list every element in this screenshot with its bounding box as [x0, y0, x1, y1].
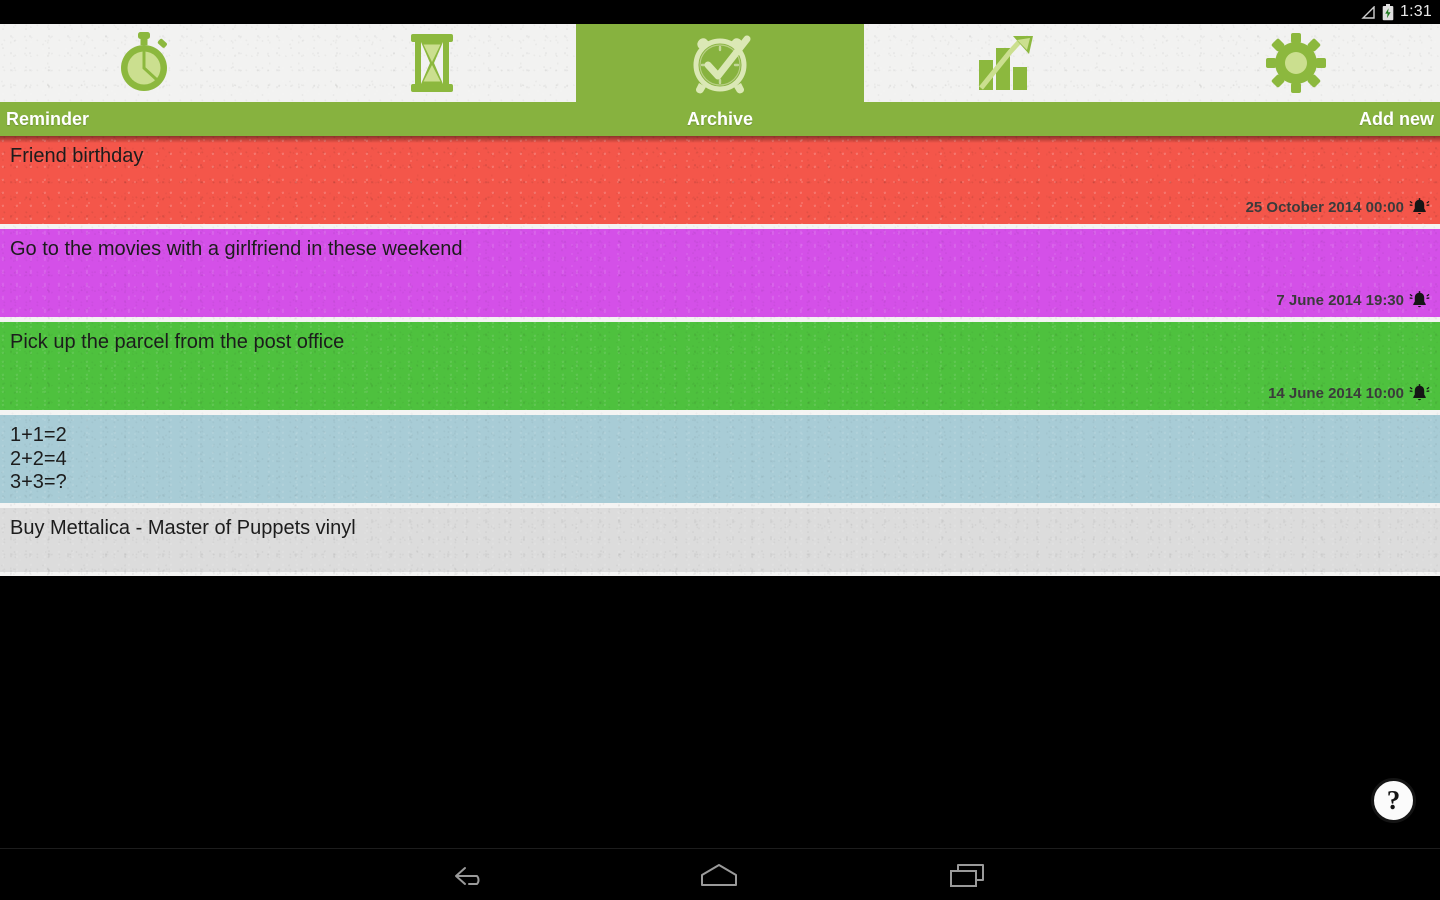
signal-triangle-icon [1361, 5, 1376, 19]
recent-apps-icon[interactable] [948, 862, 988, 888]
status-bar-clock: 1:31 [1400, 3, 1432, 20]
note-date: 7 June 2014 19:30 [1276, 292, 1404, 309]
help-button[interactable]: ? [1371, 778, 1416, 823]
note-row[interactable]: Buy Mettalica - Master of Puppets vinyl [0, 508, 1440, 572]
alarm-check-icon [687, 31, 753, 95]
note-meta: 7 June 2014 19:30 [1276, 290, 1430, 311]
tab-statistics[interactable] [864, 24, 1152, 102]
note-title: Pick up the parcel from the post office [10, 331, 345, 353]
note-row[interactable]: Pick up the parcel from the post office 1… [0, 322, 1440, 410]
note-row[interactable]: Go to the movies with a girlfriend in th… [0, 229, 1440, 317]
note-title: 1+1=2 2+2=4 3+3=? [10, 424, 67, 494]
note-date: 25 October 2014 00:00 [1245, 199, 1404, 216]
alarm-bell-icon[interactable] [1409, 197, 1430, 218]
note-meta: 25 October 2014 00:00 [1246, 197, 1430, 218]
back-arrow-icon[interactable] [452, 863, 490, 887]
tab-archive[interactable] [576, 24, 864, 102]
note-date: 14 June 2014 10:00 [1268, 385, 1404, 402]
note-list[interactable]: Friend birthday 25 October 2014 00:00 Go t… [0, 136, 1440, 576]
note-title: Go to the movies with a girlfriend in th… [10, 238, 463, 260]
navigation-bar [0, 848, 1440, 900]
action-bar: Reminder Archive Add new [0, 102, 1440, 136]
note-row[interactable]: 1+1=2 2+2=4 3+3=? [0, 415, 1440, 503]
tab-reminder[interactable] [0, 24, 288, 102]
note-title: Friend birthday [10, 145, 144, 167]
note-title: Buy Mettalica - Master of Puppets vinyl [10, 517, 356, 539]
gear-icon [1266, 33, 1326, 93]
note-meta: 14 June 2014 10:00 [1268, 383, 1430, 404]
status-bar: 1:31 [0, 0, 1440, 24]
alarm-bell-icon[interactable] [1409, 290, 1430, 311]
home-icon[interactable] [698, 862, 740, 888]
stopwatch-icon [115, 32, 173, 94]
action-bar-title: Archive [686, 109, 754, 129]
bar-chart-icon [977, 34, 1039, 92]
note-row[interactable]: Friend birthday 25 October 2014 00:00 [0, 136, 1440, 224]
hourglass-icon [407, 32, 457, 94]
tab-timer[interactable] [288, 24, 576, 102]
battery-charging-icon [1382, 3, 1394, 21]
alarm-bell-icon[interactable] [1409, 383, 1430, 404]
tab-settings[interactable] [1152, 24, 1440, 102]
tab-strip [0, 24, 1440, 102]
